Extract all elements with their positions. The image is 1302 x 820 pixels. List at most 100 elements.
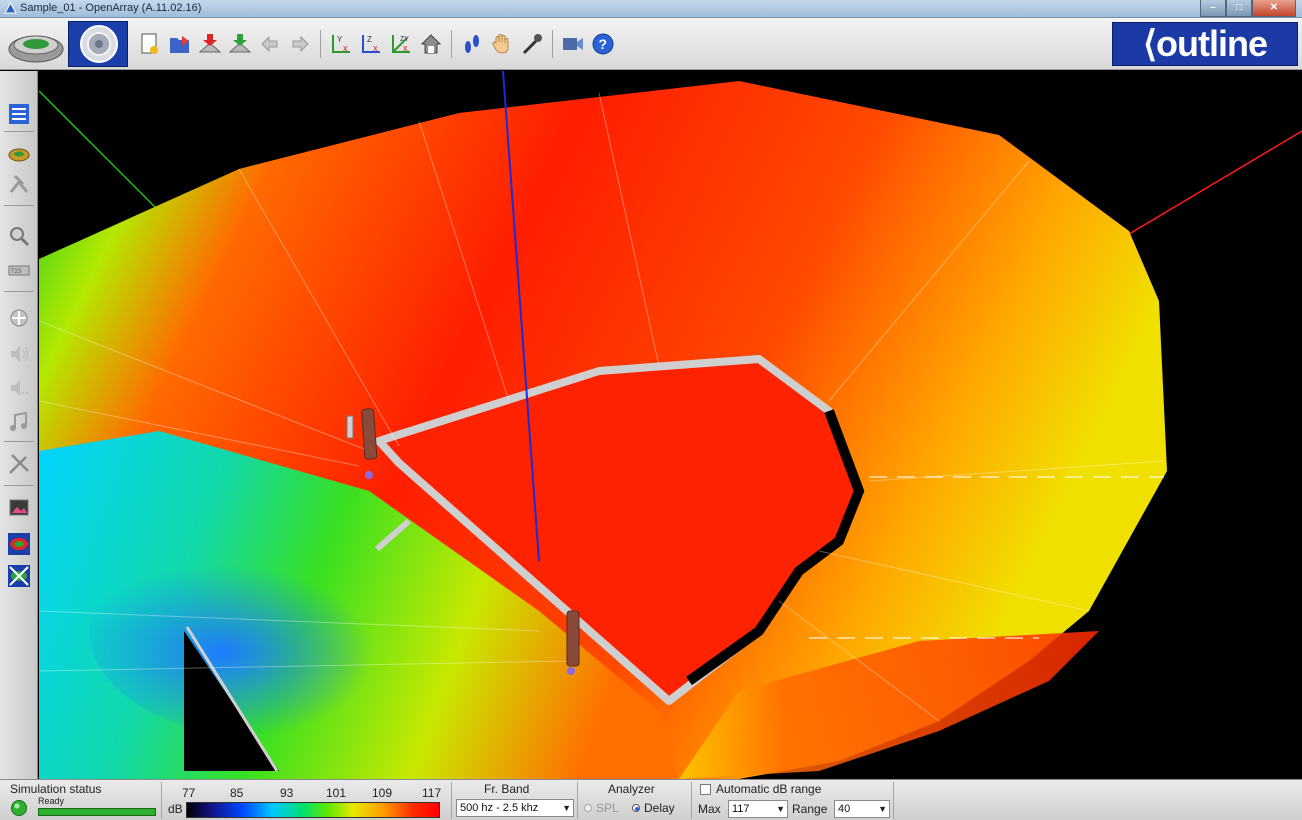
venue-mode-button[interactable]: [6, 21, 66, 67]
spl-map-button[interactable]: [6, 531, 32, 557]
db-tick: 85: [230, 786, 244, 800]
new-project-icon: [141, 33, 158, 54]
view-yx-button[interactable]: Yx: [327, 30, 355, 58]
file-tools: Yx Zx ZY x ?: [136, 30, 617, 58]
array-icon: T23: [8, 265, 30, 276]
svg-text:T23: T23: [11, 269, 22, 275]
sidebar-separator: [4, 485, 34, 486]
minimize-button[interactable]: –: [1200, 0, 1226, 17]
svg-text:x: x: [373, 43, 378, 53]
db-unit-label: dB: [168, 802, 183, 816]
speaker-off-icon: [11, 380, 28, 396]
svg-text:x: x: [343, 43, 348, 53]
speaker-on-icon: [11, 346, 29, 362]
max-db-select[interactable]: 117 ▼: [728, 800, 788, 818]
image-button[interactable]: [6, 495, 32, 521]
brand-logo: ⟨outline: [1112, 22, 1298, 66]
view-zx-button[interactable]: Zx: [357, 30, 385, 58]
stadium-icon: [8, 35, 64, 63]
undo-button[interactable]: [256, 30, 284, 58]
music-button[interactable]: [6, 409, 32, 435]
toolbar-separator: [552, 30, 553, 58]
list-view-button[interactable]: [6, 101, 32, 127]
auto-range-checkbox[interactable]: [700, 784, 711, 795]
speaker-hang-button[interactable]: [6, 171, 32, 197]
walk-button[interactable]: [458, 30, 486, 58]
save-button[interactable]: [196, 30, 224, 58]
zoom-button[interactable]: [6, 223, 32, 249]
sidebar-separator: [4, 205, 34, 206]
auto-range-label: Automatic dB range: [716, 782, 822, 796]
tools-icon: [9, 454, 29, 474]
toolbar-separator: [451, 30, 452, 58]
app-window: Sample_01 - OpenArray (A.11.02.16) – □ ✕: [0, 0, 1302, 820]
analyzer-delay-radio[interactable]: [632, 804, 640, 812]
chevron-down-icon: ▼: [562, 803, 571, 813]
frequency-band-select[interactable]: 500 hz - 2.5 khz ▼: [456, 799, 574, 817]
frequency-band-value: 500 hz - 2.5 khz: [460, 802, 539, 814]
svg-text:x: x: [403, 43, 408, 53]
sidebar-separator: [4, 131, 34, 132]
window-title: Sample_01 - OpenArray (A.11.02.16): [20, 2, 202, 14]
home-view-button[interactable]: [417, 30, 445, 58]
spl-map-icon: [8, 533, 30, 555]
camera-button[interactable]: [559, 30, 587, 58]
range-db-value: 40: [838, 803, 851, 815]
help-icon: ?: [592, 33, 614, 55]
no-map-button[interactable]: [6, 563, 32, 589]
axis-yx-icon: Yx: [332, 35, 350, 53]
microphone-icon: [522, 34, 542, 55]
view-zyx-button[interactable]: ZY x: [387, 30, 415, 58]
3d-viewport[interactable]: [39, 71, 1302, 779]
db-tick: 93: [280, 786, 294, 800]
main-toolbar: Yx Zx ZY x ? ⟨outline: [0, 18, 1302, 70]
window-controls: – □ ✕: [1200, 0, 1296, 18]
radio-dot: [635, 807, 639, 811]
simulation-status-label: Simulation status: [10, 782, 102, 796]
redo-button[interactable]: [286, 30, 314, 58]
db-tick: 101: [326, 786, 347, 800]
move-icon: [10, 309, 28, 327]
stadium-icon: [8, 148, 30, 162]
toolbar-separator: [320, 30, 321, 58]
array-button[interactable]: T23: [6, 257, 32, 283]
svg-text:Z: Z: [367, 35, 372, 44]
music-note-icon: [10, 411, 27, 431]
list-view-icon: [9, 104, 29, 124]
analyzer-spl-label: SPL: [596, 801, 619, 815]
camera-icon: [563, 38, 583, 50]
status-bar: Simulation status Ready 77 85 93 101 109…: [0, 779, 1302, 820]
zoom-icon: [10, 227, 30, 247]
open-icon: [170, 36, 189, 53]
home-view-icon: [420, 34, 442, 54]
export-button[interactable]: [226, 30, 254, 58]
status-led-icon: [11, 800, 27, 816]
tools-button[interactable]: [6, 451, 32, 477]
pan-hand-icon: [492, 34, 509, 54]
speaker-on-button[interactable]: [6, 341, 32, 367]
open-button[interactable]: [166, 30, 194, 58]
close-button[interactable]: ✕: [1252, 0, 1296, 17]
spl-coverage-map: [39, 71, 1302, 779]
pan-button[interactable]: [488, 30, 516, 58]
frequency-band-label: Fr. Band: [484, 782, 530, 796]
db-tick: 109: [372, 786, 393, 800]
speaker-mode-button[interactable]: [68, 21, 128, 67]
chevron-down-icon: ▼: [776, 804, 785, 814]
speaker-hang-icon: [9, 174, 29, 193]
app-logo-icon: [4, 2, 17, 14]
svg-text:ZY: ZY: [400, 36, 409, 43]
maximize-button[interactable]: □: [1226, 0, 1252, 17]
new-project-button[interactable]: [136, 30, 164, 58]
venue-button[interactable]: [6, 141, 32, 167]
range-db-select[interactable]: 40 ▼: [834, 800, 890, 818]
left-sidebar: T23: [0, 71, 38, 779]
analyzer-delay-label: Delay: [644, 801, 675, 815]
speaker-off-button[interactable]: [6, 375, 32, 401]
analyzer-spl-radio[interactable]: [584, 804, 592, 812]
db-range-panel: Automatic dB range Max 117 ▼ Range 40 ▼: [694, 782, 894, 819]
move-button[interactable]: [6, 305, 32, 331]
help-button[interactable]: ?: [589, 30, 617, 58]
svg-text:?: ?: [599, 36, 608, 52]
microphone-button[interactable]: [518, 30, 546, 58]
